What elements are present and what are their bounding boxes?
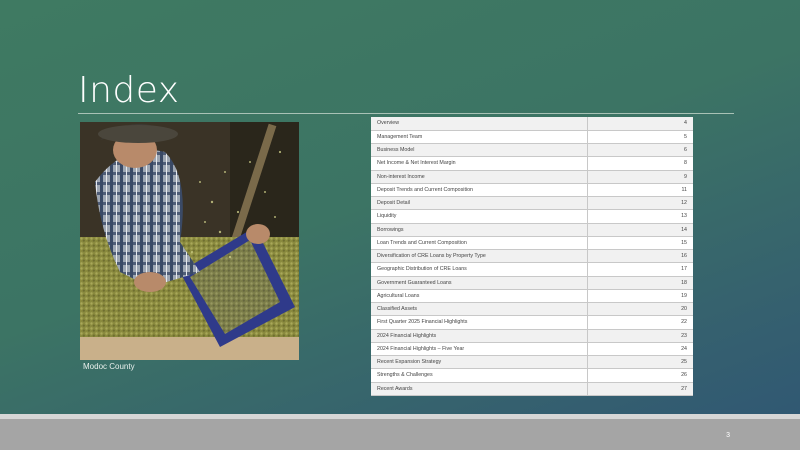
index-page-number: 6 [586,143,693,158]
index-topic: Strengths & Challenges [371,368,587,383]
index-topic: Loan Trends and Current Composition [371,236,587,251]
table-row: Non-interest Income 9 [371,170,693,184]
table-row: Recent Expansion Strategy 25 [371,355,693,370]
index-page-number: 11 [586,183,693,198]
index-page-number: 14 [586,223,693,237]
index-topic: Geographic Distribution of CRE Loans [371,262,587,277]
table-row: Classified Assets 20 [371,302,693,317]
index-topic: Deposit Detail [371,196,587,211]
index-topic: Government Guaranteed Loans [371,276,587,290]
slide-title: Index [78,70,180,111]
index-page-number: 18 [586,276,693,290]
table-row: Agricultural Loans 19 [371,289,693,304]
photo-caption: Modoc County [83,362,135,371]
index-page-number: 9 [586,170,693,184]
index-topic: Overview [371,117,587,131]
index-page-number: 15 [586,236,693,251]
index-topic: 2024 Financial Highlights [371,329,587,343]
index-topic: Recent Expansion Strategy [371,355,587,370]
table-row: Government Guaranteed Loans 18 [371,276,693,290]
index-page-number: 8 [586,156,693,171]
footer-bar [0,419,800,450]
index-topic: Deposit Trends and Current Composition [371,183,587,198]
page-number: 3 [726,432,730,439]
index-page-number: 23 [586,329,693,343]
index-topic: Recent Awards [371,382,587,396]
index-topic: Net Income & Net Interest Margin [371,156,587,171]
table-row: Deposit Detail 12 [371,196,693,211]
table-row: Borrowings 14 [371,223,693,237]
index-page-number: 13 [586,209,693,224]
index-topic: 2024 Financial Highlights – Five Year [371,342,587,357]
index-page-number: 4 [586,117,693,131]
index-page-number: 17 [586,262,693,277]
index-table: Overview 4 Management Team 5 Business Model 6… [371,117,693,396]
table-row: Deposit Trends and Current Composition 11 [371,183,693,198]
table-row: 2024 Financial Highlights 23 [371,329,693,343]
index-topic: Business Model [371,143,587,158]
table-row: Diversification of CRE Loans by Property… [371,249,693,264]
index-page-number: 25 [586,355,693,370]
index-topic: Liquidity [371,209,587,224]
index-topic: Agricultural Loans [371,289,587,304]
title-divider [78,113,734,114]
index-page-number: 5 [586,130,693,145]
table-row: First Quarter 2025 Financial Highlights 2… [371,315,693,330]
index-page-number: 26 [586,368,693,383]
table-row: Overview 4 [371,117,693,131]
table-row: 2024 Financial Highlights – Five Year 24 [371,342,693,357]
index-page-number: 12 [586,196,693,211]
table-row: Geographic Distribution of CRE Loans 17 [371,262,693,277]
index-page-number: 20 [586,302,693,317]
farmer-sorting-grain-photo [80,122,299,360]
table-row: Business Model 6 [371,143,693,158]
index-page-number: 22 [586,315,693,330]
index-page-number: 27 [586,382,693,396]
index-topic: Management Team [371,130,587,145]
table-row: Liquidity 13 [371,209,693,224]
index-topic: Classified Assets [371,302,587,317]
index-page-number: 24 [586,342,693,357]
table-row: Recent Awards 27 [371,382,693,396]
index-topic: First Quarter 2025 Financial Highlights [371,315,587,330]
index-page-number: 19 [586,289,693,304]
table-row: Management Team 5 [371,130,693,145]
table-row: Loan Trends and Current Composition 15 [371,236,693,251]
table-row: Strengths & Challenges 26 [371,368,693,383]
index-page-number: 16 [586,249,693,264]
table-row: Net Income & Net Interest Margin 8 [371,156,693,171]
index-topic: Diversification of CRE Loans by Property… [371,249,587,264]
index-topic: Borrowings [371,223,587,237]
index-topic: Non-interest Income [371,170,587,184]
